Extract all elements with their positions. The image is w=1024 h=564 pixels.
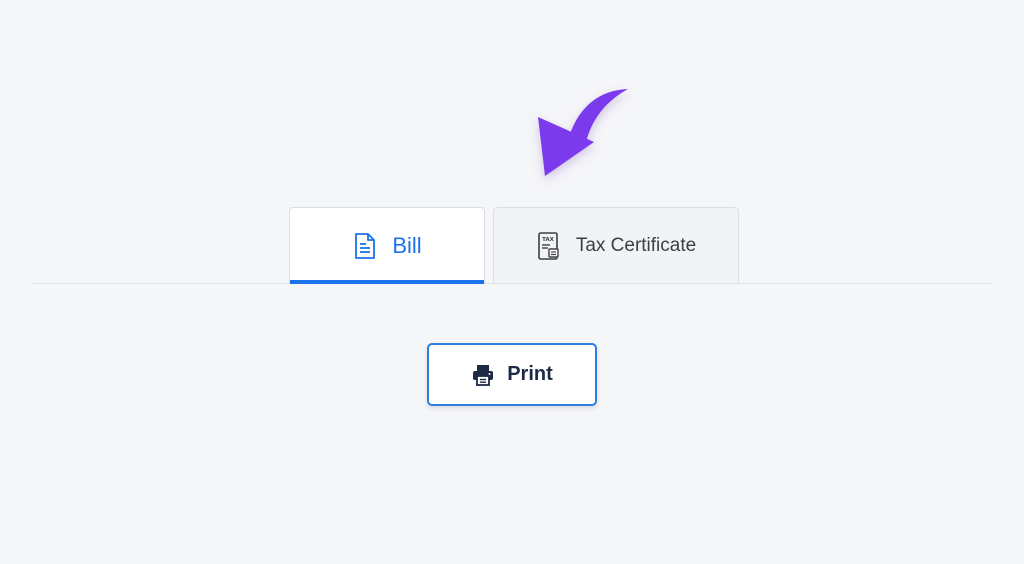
print-button[interactable]: Print xyxy=(427,343,597,406)
tab-tax-certificate[interactable]: TAX Tax Certificate xyxy=(493,207,739,283)
active-tab-indicator xyxy=(290,280,484,284)
document-icon xyxy=(352,231,378,261)
printer-icon xyxy=(471,363,495,387)
tab-tax-certificate-label: Tax Certificate xyxy=(575,234,697,256)
print-button-label: Print xyxy=(507,363,553,385)
svg-text:TAX: TAX xyxy=(542,237,555,243)
tax-certificate-icon: TAX xyxy=(536,231,562,261)
tab-bill-label: Bill xyxy=(392,232,422,258)
tab-bill[interactable]: Bill xyxy=(289,207,485,284)
page: Bill TAX Tax Certificate Print xyxy=(0,0,1024,564)
curved-arrow-icon xyxy=(538,89,628,176)
tabs-divider xyxy=(31,283,993,284)
